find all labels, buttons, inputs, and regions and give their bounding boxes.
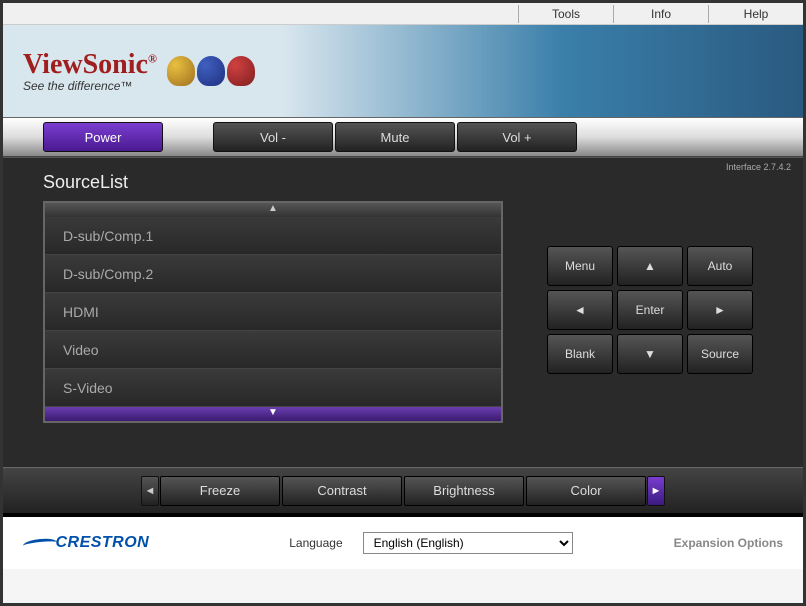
logo: ViewSonic® See the difference™	[23, 49, 157, 93]
menu-help[interactable]: Help	[708, 5, 803, 23]
keypad: Menu ▲ Auto ◄ Enter ► Blank ▼ Source	[547, 246, 753, 374]
mute-button[interactable]: Mute	[335, 122, 455, 152]
power-button[interactable]: Power	[43, 122, 163, 152]
bottom-strip: ◄ Freeze Contrast Brightness Color ►	[3, 467, 803, 513]
auto-button[interactable]: Auto	[687, 246, 753, 286]
source-item-svideo[interactable]: S-Video	[45, 369, 501, 407]
logo-bar: ViewSonic® See the difference™	[3, 25, 803, 117]
interface-version: Interface 2.7.4.2	[726, 162, 791, 172]
logo-brand: ViewSonic®	[23, 49, 157, 81]
vol-up-button[interactable]: Vol +	[457, 122, 577, 152]
source-button[interactable]: Source	[687, 334, 753, 374]
footer: CRESTRON Language English (English) Expa…	[3, 513, 803, 569]
color-button[interactable]: Color	[526, 476, 646, 506]
vol-down-button[interactable]: Vol -	[213, 122, 333, 152]
blank-button[interactable]: Blank	[547, 334, 613, 374]
main-panel: Interface 2.7.4.2 SourceList ▲ D-sub/Com…	[3, 157, 803, 467]
logo-birds-icon	[167, 56, 255, 86]
arrow-left-button[interactable]: ◄	[547, 290, 613, 330]
strip-scroll-left[interactable]: ◄	[141, 476, 159, 506]
language-select[interactable]: English (English)	[363, 532, 573, 554]
language-label: Language	[289, 536, 342, 550]
arrow-right-button[interactable]: ►	[687, 290, 753, 330]
source-item-video[interactable]: Video	[45, 331, 501, 369]
arrow-down-button[interactable]: ▼	[617, 334, 683, 374]
menu-info[interactable]: Info	[613, 5, 708, 23]
top-menu-bar: Tools Info Help	[3, 3, 803, 25]
source-item-hdmi[interactable]: HDMI	[45, 293, 501, 331]
source-scroll-up[interactable]: ▲	[45, 203, 501, 217]
crestron-logo: CRESTRON	[23, 534, 149, 552]
strip-scroll-right[interactable]: ►	[647, 476, 665, 506]
expansion-options-link[interactable]: Expansion Options	[674, 536, 783, 550]
menu-button[interactable]: Menu	[547, 246, 613, 286]
control-bar: Power Vol - Mute Vol +	[3, 117, 803, 157]
source-scroll-down[interactable]: ▼	[45, 407, 501, 421]
enter-button[interactable]: Enter	[617, 290, 683, 330]
freeze-button[interactable]: Freeze	[160, 476, 280, 506]
source-list: ▲ D-sub/Comp.1 D-sub/Comp.2 HDMI Video S…	[43, 201, 503, 423]
contrast-button[interactable]: Contrast	[282, 476, 402, 506]
source-item-dsub1[interactable]: D-sub/Comp.1	[45, 217, 501, 255]
brightness-button[interactable]: Brightness	[404, 476, 524, 506]
source-list-title: SourceList	[43, 172, 763, 193]
logo-tagline: See the difference™	[23, 79, 157, 93]
source-item-dsub2[interactable]: D-sub/Comp.2	[45, 255, 501, 293]
menu-tools[interactable]: Tools	[518, 5, 613, 23]
arrow-up-button[interactable]: ▲	[617, 246, 683, 286]
